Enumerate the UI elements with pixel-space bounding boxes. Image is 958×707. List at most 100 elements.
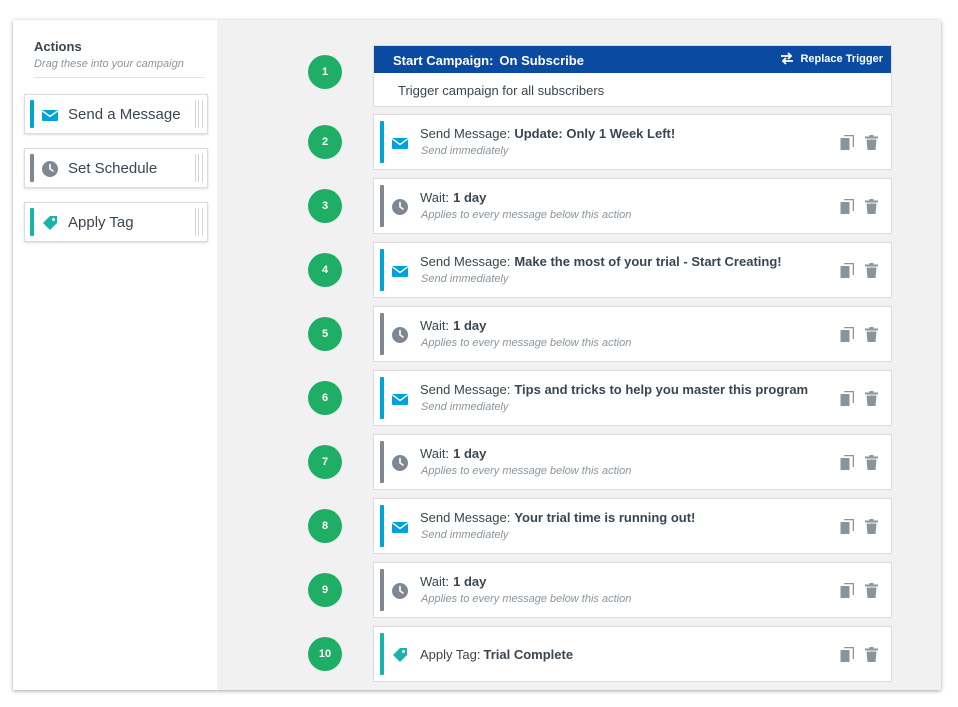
envelope-icon [392,394,408,405]
accent-bar [380,633,384,675]
trash-icon[interactable] [865,391,878,406]
trash-icon[interactable] [865,455,878,470]
clock-icon [42,161,58,177]
copy-icon[interactable] [840,455,854,471]
palette-label: Set Schedule [68,160,158,177]
tag-icon [43,216,57,230]
copy-icon[interactable] [840,391,854,407]
step-subtext: Applies to every message below this acti… [421,337,632,349]
trash-icon[interactable] [865,519,878,534]
step-type: Wait: [420,190,450,205]
clock-icon [392,455,408,471]
step-title: Wait: 1 day [420,446,486,461]
step-title: Apply Tag: Trial Complete [420,647,573,662]
step-title: Wait: 1 day [420,190,486,205]
step-title: Send Message: Your trial time is running … [420,510,695,525]
step-value: Make the most of your trial - Start Crea… [514,254,782,269]
campaign-builder: Actions Drag these into your campaign Se… [13,20,941,690]
trash-icon[interactable] [865,327,878,342]
trigger-value: On Subscribe [499,53,584,68]
copy-icon[interactable] [840,199,854,215]
step-value: Trial Complete [483,647,574,662]
accent-bar [380,249,384,291]
step-value: Update: Only 1 Week Left! [514,126,676,141]
swap-icon [781,52,794,65]
palette-send-message[interactable]: Send a Message [24,94,208,134]
accent-bar [380,313,384,355]
step-title: Send Message: Update: Only 1 Week Left! [420,126,675,141]
copy-icon[interactable] [840,583,854,599]
step-subtext: Send immediately [421,401,509,413]
palette-label: Send a Message [68,106,181,123]
accent-bar [30,100,34,128]
step-card-send-message[interactable]: Send Message: Tips and tricks to help you… [373,370,892,426]
accent-bar [30,208,34,236]
step-subtext: Applies to every message below this acti… [421,465,632,477]
palette-apply-tag[interactable]: Apply Tag [24,202,208,242]
clock-icon [392,583,408,599]
drag-handle[interactable] [195,154,203,182]
step-number: 6 [308,381,342,415]
step-value: 1 day [453,318,487,333]
step-card-wait[interactable]: Wait: 1 day Applies to every message belo… [373,178,892,234]
envelope-icon [392,138,408,149]
trigger-header: Start Campaign: On Subscribe Replace Trig… [374,46,891,73]
accent-bar [380,505,384,547]
copy-icon[interactable] [840,263,854,279]
step-type: Send Message: [420,126,511,141]
sidebar-subtitle: Drag these into your campaign [34,58,184,70]
copy-icon[interactable] [840,327,854,343]
accent-bar [380,121,384,163]
copy-icon[interactable] [840,135,854,151]
replace-trigger-button[interactable]: Replace Trigger [780,52,883,65]
step-card-send-message[interactable]: Send Message: Make the most of your trial… [373,242,892,298]
step-card-wait[interactable]: Wait: 1 day Applies to every message belo… [373,306,892,362]
tag-icon [393,648,407,662]
step-subtext: Send immediately [421,529,509,541]
step-number: 1 [308,55,342,89]
step-type: Wait: [420,574,450,589]
step-subtext: Send immediately [421,273,509,285]
step-card-apply-tag[interactable]: Apply Tag: Trial Complete [373,626,892,682]
step-number: 9 [308,573,342,607]
copy-icon[interactable] [840,519,854,535]
step-number: 8 [308,509,342,543]
trash-icon[interactable] [865,263,878,278]
step-type: Wait: [420,446,450,461]
step-card-send-message[interactable]: Send Message: Update: Only 1 Week Left! S… [373,114,892,170]
clock-icon [392,327,408,343]
drag-handle[interactable] [195,100,203,128]
step-type: Send Message: [420,254,511,269]
trash-icon[interactable] [865,583,878,598]
clock-icon [392,199,408,215]
copy-icon[interactable] [840,647,854,663]
trigger-title: Start Campaign: On Subscribe [393,53,584,68]
accent-bar [380,185,384,227]
step-value: 1 day [453,190,487,205]
step-card-wait[interactable]: Wait: 1 day Applies to every message belo… [373,434,892,490]
envelope-icon [392,266,408,277]
step-subtext: Applies to every message below this acti… [421,209,632,221]
sidebar-title: Actions [34,39,82,54]
step-number: 7 [308,445,342,479]
step-number: 3 [308,189,342,223]
step-number: 4 [308,253,342,287]
step-type: Apply Tag: [420,647,481,662]
trash-icon[interactable] [865,199,878,214]
drag-handle[interactable] [195,208,203,236]
step-title: Wait: 1 day [420,318,486,333]
step-type: Wait: [420,318,450,333]
step-card-send-message[interactable]: Send Message: Your trial time is running … [373,498,892,554]
replace-trigger-label: Replace Trigger [800,52,883,65]
step-subtext: Send immediately [421,145,509,157]
palette-set-schedule[interactable]: Set Schedule [24,148,208,188]
palette-label: Apply Tag [68,214,134,231]
accent-bar [380,441,384,483]
trash-icon[interactable] [865,647,878,662]
step-number: 10 [308,637,342,671]
trash-icon[interactable] [865,135,878,150]
step-value: Tips and tricks to help you master this … [514,382,809,397]
accent-bar [30,154,34,182]
step-title: Wait: 1 day [420,574,486,589]
step-card-wait[interactable]: Wait: 1 day Applies to every message belo… [373,562,892,618]
